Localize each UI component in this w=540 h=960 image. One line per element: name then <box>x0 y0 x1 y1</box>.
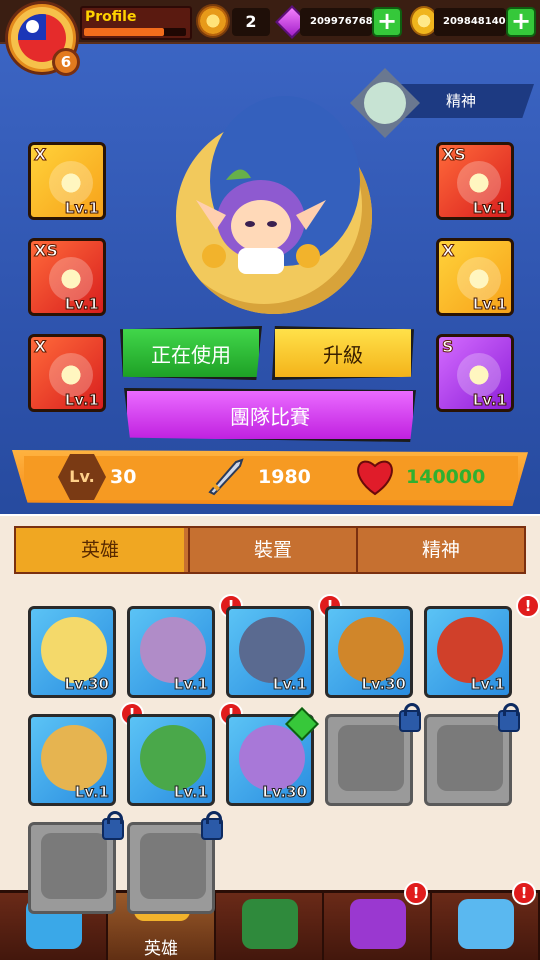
equipment-slot[interactable]: S Lv.1 <box>436 334 514 412</box>
nav-world-globe[interactable] <box>216 893 324 960</box>
spirit-token-icon[interactable] <box>350 68 420 138</box>
tab-equipment[interactable]: 裝置 <box>188 528 356 572</box>
tab-spirit[interactable]: 精神 <box>356 528 524 572</box>
equipment-tier: S <box>442 337 454 357</box>
hero-level: Lv.30 <box>64 675 110 694</box>
profile-panel[interactable]: Profile <box>80 6 192 40</box>
hero-card[interactable]: Lv.30 <box>325 606 413 698</box>
tickets-count: 2 <box>232 8 270 36</box>
equipment-level: Lv.1 <box>472 391 507 410</box>
equipment-level: Lv.1 <box>472 295 507 314</box>
hero-card[interactable]: Lv.30 <box>28 606 116 698</box>
hero-portrait <box>437 617 503 683</box>
add-gold-button[interactable]: + <box>506 7 536 37</box>
top-bar: Profile 2 2099767680 + 2098481408 + <box>0 0 540 44</box>
team-battle-button[interactable]: 團隊比賽 <box>124 388 416 442</box>
hero-card[interactable]: Lv.1 <box>28 714 116 806</box>
cards-icon <box>458 899 514 949</box>
hero-level: Lv.30 <box>262 783 308 802</box>
lock-icon <box>102 811 124 840</box>
hero-portrait <box>140 617 206 683</box>
heart-icon <box>357 460 393 496</box>
equipment-slot[interactable]: X Lv.1 <box>28 142 106 220</box>
hero-level: Lv.1 <box>470 675 505 694</box>
in-use-button[interactable]: 正在使用 <box>120 326 262 380</box>
lock-icon <box>399 703 421 732</box>
profile-name: Profile <box>85 9 137 25</box>
ticket-coin-icon <box>196 4 230 38</box>
locked-hero-silhouette-icon <box>338 725 404 791</box>
hero-level: 30 <box>110 466 137 488</box>
gold-count: 2098481408 <box>434 8 513 36</box>
equipment-slot[interactable]: XS Lv.1 <box>28 238 106 316</box>
alert-icon: ! <box>516 594 540 618</box>
sword-icon <box>208 458 244 496</box>
upgrade-button[interactable]: 升級 <box>272 326 414 380</box>
locked-hero-silhouette-icon <box>437 725 503 791</box>
hero-level: Lv.1 <box>272 675 307 694</box>
attack-value: 1980 <box>258 466 311 488</box>
alert-icon: ! <box>512 881 536 905</box>
equipment-level: Lv.1 <box>64 391 99 410</box>
equipment-slot[interactable]: X Lv.1 <box>28 334 106 412</box>
equipment-level: Lv.1 <box>472 199 507 218</box>
hero-portrait <box>140 725 206 791</box>
xp-bar <box>84 28 186 36</box>
hero-level: Lv.1 <box>173 783 208 802</box>
hero-level: Lv.30 <box>361 675 407 694</box>
hero-card[interactable]: Lv.1 <box>226 606 314 698</box>
hero-card[interactable]: Lv.1 <box>424 606 512 698</box>
lock-icon <box>498 703 520 732</box>
nav-cards[interactable]: ! <box>432 881 540 960</box>
player-level-badge: 6 <box>52 48 80 76</box>
hp-value: 140000 <box>406 466 486 488</box>
hero-portrait <box>239 617 305 683</box>
hero-portrait <box>41 617 107 683</box>
hero-portrait <box>338 617 404 683</box>
spellbook-icon <box>350 899 406 949</box>
equipment-tier: X <box>441 241 455 261</box>
equipment-slot[interactable]: X Lv.1 <box>436 238 514 316</box>
equipment-tier: XS <box>34 241 59 261</box>
add-gems-button[interactable]: + <box>372 7 402 37</box>
nav-spellbook[interactable]: ! <box>324 881 432 960</box>
hero-card[interactable]: Lv.1 <box>127 714 215 806</box>
nav-label: 英雄 <box>144 939 178 959</box>
lock-icon <box>201 811 223 840</box>
equipment-tier: X <box>33 145 47 165</box>
equipment-level: Lv.1 <box>64 199 99 218</box>
hero-level: Lv.1 <box>74 783 109 802</box>
equipment-tier: X <box>33 337 47 357</box>
equipment-tier: XS <box>442 145 467 165</box>
tab-bar: 英雄 裝置 精神 <box>14 526 526 574</box>
world-globe-icon <box>242 899 298 949</box>
alert-icon: ! <box>404 881 428 905</box>
hero-character[interactable] <box>186 160 336 280</box>
gems-count: 2099767680 <box>300 8 380 36</box>
locked-hero-silhouette-icon <box>140 833 206 899</box>
equipment-slot[interactable]: XS Lv.1 <box>436 142 514 220</box>
hero-level: Lv.1 <box>173 675 208 694</box>
tab-heroes[interactable]: 英雄 <box>16 528 184 572</box>
locked-hero-silhouette-icon <box>41 833 107 899</box>
hero-portrait <box>41 725 107 791</box>
hero-card[interactable]: Lv.1 <box>127 606 215 698</box>
equipment-level: Lv.1 <box>64 295 99 314</box>
